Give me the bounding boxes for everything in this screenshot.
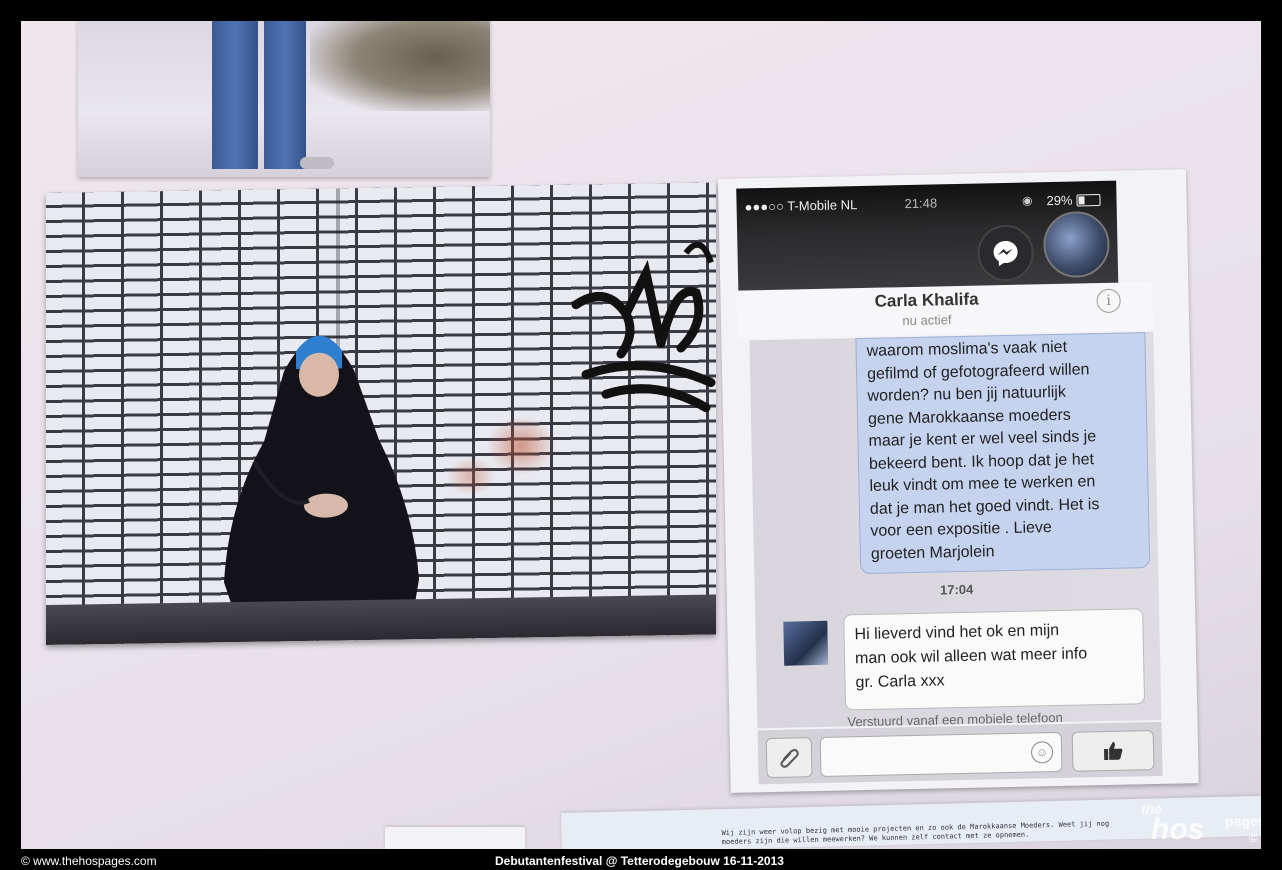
woman-in-black-abaya: [224, 335, 419, 642]
watermark-copyright: ©: [1249, 831, 1258, 845]
like-button[interactable]: [1071, 729, 1155, 772]
carrier-label: ●●●○○ T-Mobile NL: [744, 197, 858, 215]
attach-button[interactable]: [765, 737, 813, 779]
battery-percent: 29%: [1046, 192, 1073, 209]
main-photo: [46, 182, 716, 645]
message-line: gr. Carla xxx: [855, 672, 945, 692]
status-bar: ●●●○○ T-Mobile NL 21:48 ◉ 29%: [736, 189, 1116, 219]
rotation-lock-icon: ◉: [1021, 193, 1033, 208]
outgoing-message: waarom moslima's vaak niet gefilmd of ge…: [855, 332, 1151, 575]
chat-screenshot-print: ●●●○○ T-Mobile NL 21:48 ◉ 29% Carla Khal…: [718, 169, 1199, 793]
wall-stain: [486, 414, 556, 477]
battery-icon: [1076, 193, 1101, 207]
watermark-pages: pages: [1225, 813, 1261, 829]
dirt-ground: [310, 21, 490, 111]
wall-stain-small: [446, 455, 496, 497]
chat-header: Carla Khalifa nu actief i: [736, 281, 1154, 339]
messenger-chathead-icon[interactable]: [977, 224, 1035, 282]
jeans-leg-left: [212, 21, 258, 169]
chat-thread: waarom moslima's vaak niet gefilmd of ge…: [749, 331, 1162, 729]
messenger-icon: [993, 240, 1018, 267]
footer-bar: © www.thehospages.com Debutantenfestival…: [0, 852, 1282, 870]
jeans-leg-right: [264, 21, 306, 169]
top-photo: [78, 21, 490, 177]
paper-strip-left: [385, 827, 525, 849]
thumbs-up-icon: [1104, 741, 1123, 761]
contact-chathead[interactable]: [1042, 210, 1111, 279]
message-input[interactable]: ☺: [819, 731, 1063, 777]
exhibition-wall: ●●●○○ T-Mobile NL 21:48 ◉ 29% Carla Khal…: [21, 21, 1261, 849]
phone-screen-top: ●●●○○ T-Mobile NL 21:48 ◉ 29%: [736, 180, 1119, 299]
incoming-message: Hi lieverd vind het ok en mijn man ook w…: [843, 608, 1146, 711]
paperclip-icon: [780, 749, 799, 768]
shoe: [300, 157, 334, 169]
clock: 21:48: [904, 195, 938, 212]
footer-site: © www.thehospages.com: [21, 854, 157, 868]
composer-bar: ☺: [757, 721, 1163, 785]
footer-caption: Debutantenfestival @ Tetterodegebouw 16-…: [495, 854, 784, 868]
hospages-watermark: the hos pages ©: [1141, 801, 1261, 849]
floor: [46, 594, 716, 645]
time-separator: 17:04: [939, 581, 974, 598]
watermark-hos: hos: [1151, 813, 1205, 846]
graffiti: [571, 241, 716, 413]
info-icon[interactable]: i: [1096, 288, 1121, 314]
contact-avatar[interactable]: [783, 620, 829, 666]
smiley-icon[interactable]: ☺: [1030, 741, 1054, 764]
